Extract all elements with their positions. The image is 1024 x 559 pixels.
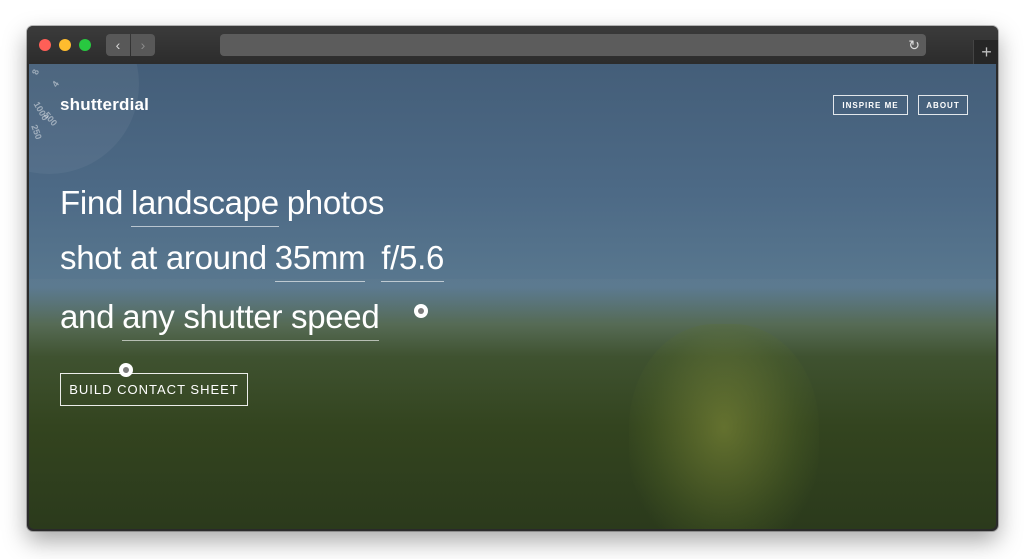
hero-line-2: shot at around 35mm f/5.6 (60, 239, 444, 282)
chevron-right-icon: › (140, 37, 146, 53)
browser-window: ‹ › ↻ + 8 4 1000 500 250 shutterdial INS… (27, 26, 998, 531)
back-button[interactable]: ‹ (106, 34, 130, 56)
close-window-button[interactable] (39, 39, 51, 51)
zoom-window-button[interactable] (79, 39, 91, 51)
hero-background: 8 4 1000 500 250 shutterdial INSPIRE ME … (29, 64, 996, 529)
hero-text: and (60, 298, 115, 335)
brand-logo[interactable]: shutterdial (60, 95, 149, 115)
new-tab-button[interactable]: + (973, 40, 998, 64)
hero-line-1: Find landscape photos (60, 184, 384, 227)
hero-text: shot at around (60, 239, 267, 276)
about-button[interactable]: ABOUT (918, 95, 968, 115)
hero-text: Find (60, 184, 123, 221)
browser-titlebar: ‹ › ↻ + (27, 26, 998, 64)
aperture-selector[interactable]: f/5.6 (381, 239, 444, 282)
field-path (629, 324, 819, 529)
inspire-me-button[interactable]: INSPIRE ME (833, 95, 908, 115)
reload-icon[interactable]: ↻ (908, 34, 920, 56)
shutter-speed-selector[interactable]: any shutter speed (122, 298, 380, 341)
address-bar[interactable]: ↻ (220, 34, 926, 56)
hero-text: photos (286, 184, 385, 221)
chevron-left-icon: ‹ (115, 37, 121, 53)
subject-selector[interactable]: landscape (131, 184, 279, 227)
build-contact-sheet-button[interactable]: BUILD CONTACT SHEET (60, 373, 248, 406)
focal-length-selector[interactable]: 35mm (274, 239, 366, 282)
minimize-window-button[interactable] (59, 39, 71, 51)
plus-icon: + (981, 42, 992, 62)
forward-button[interactable]: › (131, 34, 155, 56)
aperture-slider-handle[interactable] (414, 304, 428, 318)
hero-line-3: and any shutter speed (60, 298, 380, 341)
